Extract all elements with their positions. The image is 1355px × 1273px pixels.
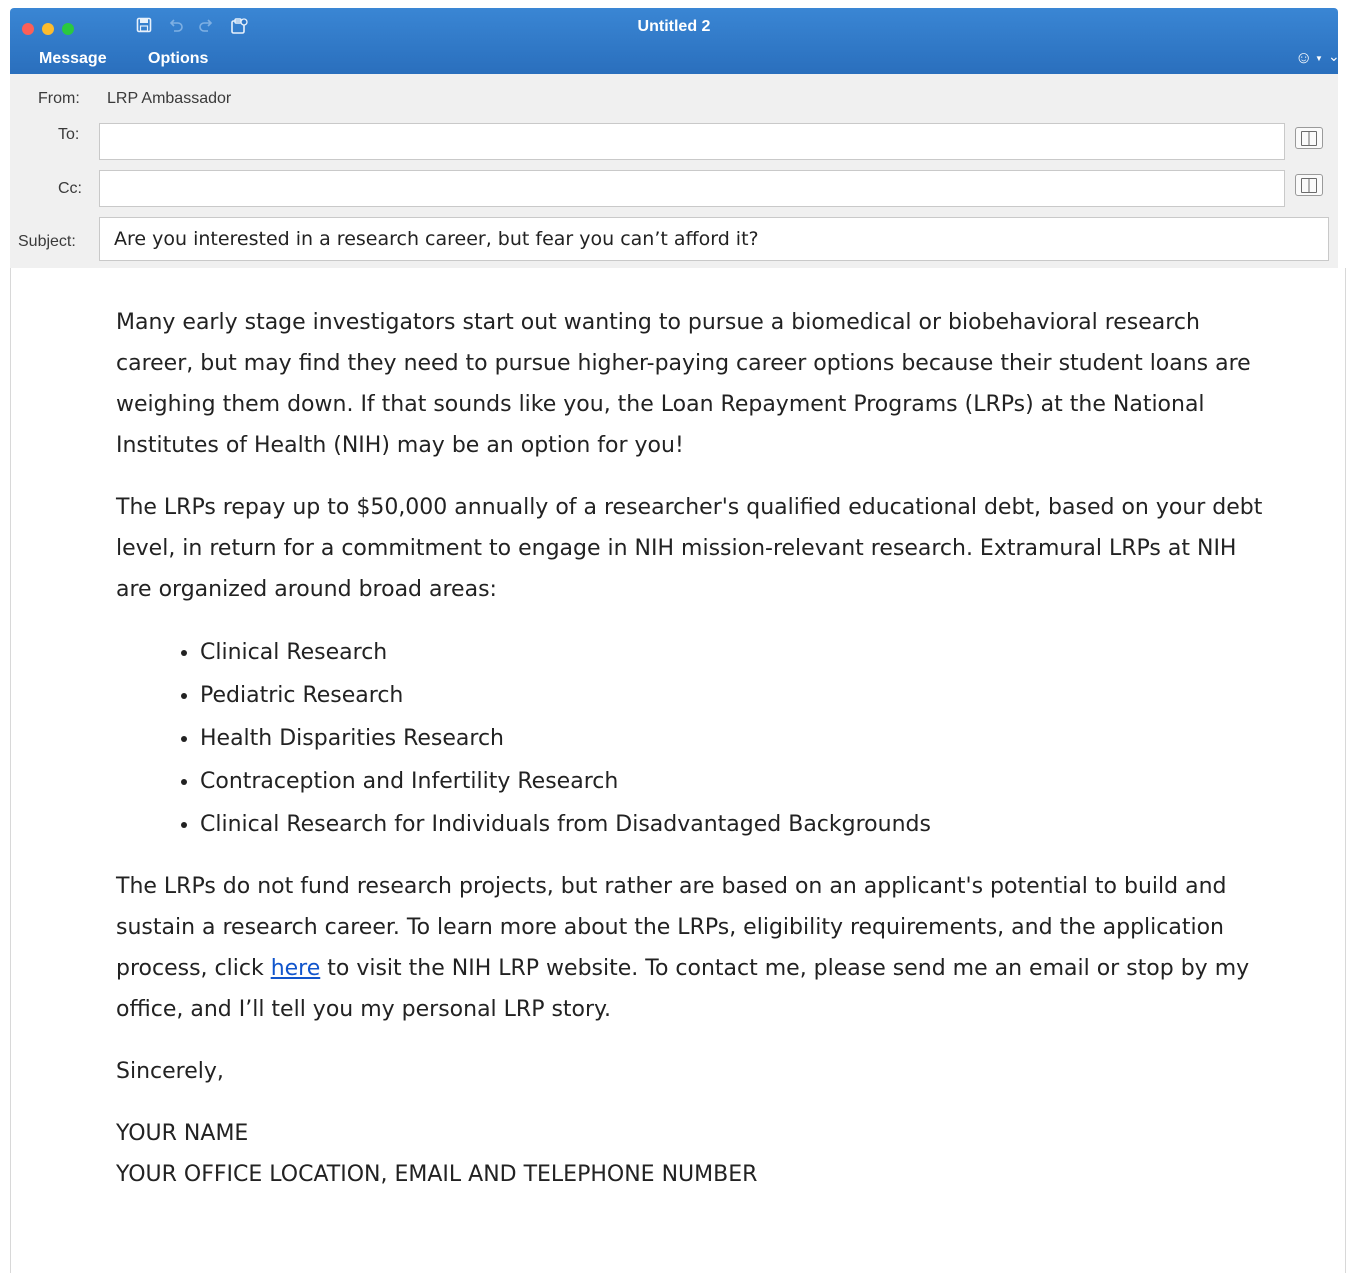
list-item: Contraception and Infertility Research	[200, 760, 1276, 803]
address-book-icon[interactable]	[1295, 127, 1323, 149]
to-label: To:	[58, 126, 80, 143]
title-bar: Untitled 2 Message Options ☺ ▼ ⌄	[10, 8, 1340, 74]
body-paragraph: Many early stage investigators start out…	[116, 310, 1251, 458]
signature-details: YOUR OFFICE LOCATION, EMAIL AND TELEPHON…	[116, 1162, 758, 1187]
research-areas-list: Clinical Research Pediatric Research Hea…	[116, 631, 1276, 846]
signature-name: YOUR NAME	[116, 1121, 249, 1146]
window-title: Untitled 2	[637, 18, 711, 35]
cc-label: Cc:	[58, 180, 82, 197]
closing: Sincerely,	[116, 1059, 224, 1084]
address-book-icon[interactable]	[1295, 174, 1323, 196]
message-body-editor[interactable]: Many early stage investigators start out…	[10, 268, 1346, 1273]
list-item: Clinical Research	[200, 631, 1276, 674]
smiley-icon[interactable]: ☺	[1295, 48, 1312, 68]
to-field[interactable]	[99, 123, 1285, 160]
nih-lrp-link[interactable]: here	[271, 956, 321, 981]
message-body[interactable]: Many early stage investigators start out…	[116, 302, 1276, 1216]
from-account-selector[interactable]: LRP Ambassador	[107, 90, 231, 108]
body-paragraph: The LRPs repay up to $50,000 annually of…	[116, 495, 1263, 602]
from-label: From:	[38, 90, 80, 107]
signature: YOUR NAME YOUR OFFICE LOCATION, EMAIL AN…	[116, 1113, 1276, 1195]
list-item: Clinical Research for Individuals from D…	[200, 803, 1276, 846]
body-paragraph: The LRPs do not fund research projects, …	[116, 866, 1276, 1030]
tab-options[interactable]: Options	[148, 50, 208, 68]
subject-field[interactable]: Are you interested in a research career,…	[99, 217, 1329, 261]
tab-message[interactable]: Message	[39, 50, 107, 68]
list-item: Health Disparities Research	[200, 717, 1276, 760]
chevron-down-icon[interactable]: ⌄	[1328, 48, 1340, 65]
cc-field[interactable]	[99, 170, 1285, 207]
list-item: Pediatric Research	[200, 674, 1276, 717]
subject-label: Subject:	[18, 233, 76, 250]
caret-down-icon[interactable]: ▼	[1315, 54, 1323, 63]
message-header: From: LRP Ambassador To: Cc: Subject: Ar…	[10, 74, 1338, 268]
